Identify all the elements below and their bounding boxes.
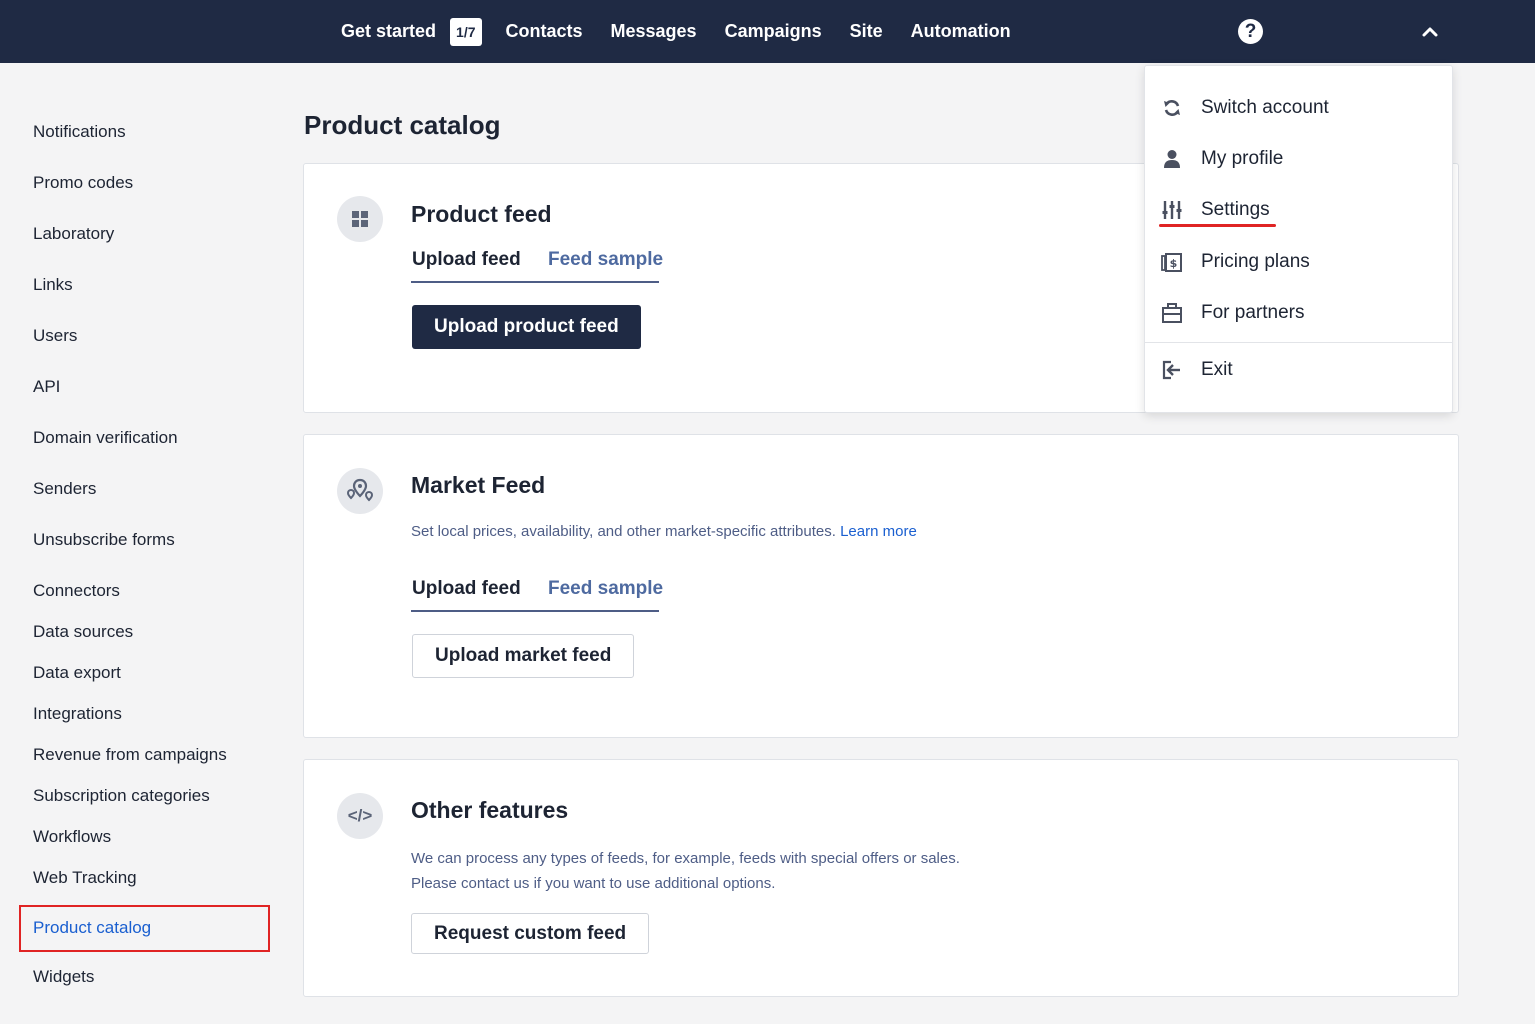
refresh-icon — [1161, 97, 1183, 119]
tab-feed-sample[interactable]: Feed sample — [548, 578, 663, 600]
sidebar-item-workflows[interactable]: Workflows — [33, 827, 111, 847]
menu-label: Settings — [1201, 199, 1270, 220]
product-feed-title: Product feed — [411, 201, 552, 227]
logout-icon — [1161, 359, 1183, 381]
map-pins-icon — [337, 468, 383, 514]
code-icon: </> — [337, 793, 383, 839]
sidebar-item-senders[interactable]: Senders — [33, 479, 96, 499]
settings-sidebar: Notifications Promo codes Laboratory Lin… — [0, 63, 290, 1024]
sidebar-item-data-export[interactable]: Data export — [33, 663, 121, 683]
sliders-icon — [1161, 199, 1183, 221]
sidebar-item-notifications[interactable]: Notifications — [33, 122, 126, 142]
market-feed-card: Market Feed Set local prices, availabili… — [303, 434, 1459, 738]
tab-feed-sample[interactable]: Feed sample — [548, 249, 663, 271]
sidebar-item-subscription-categories[interactable]: Subscription categories — [33, 786, 210, 806]
sidebar-item-users[interactable]: Users — [33, 326, 77, 346]
active-item-highlight — [19, 905, 270, 952]
market-feed-tabs: Upload feed Feed sample — [411, 578, 663, 612]
sidebar-item-domain-verification[interactable]: Domain verification — [33, 428, 178, 448]
menu-item-my-profile[interactable]: My profile — [1145, 139, 1452, 179]
market-feed-title: Market Feed — [411, 472, 546, 498]
market-feed-description-text: Set local prices, availability, and othe… — [411, 523, 836, 540]
account-dropdown-menu: Switch account My profile Settings $ Pri… — [1144, 65, 1453, 413]
product-feed-tabs: Upload feed Feed sample — [411, 249, 663, 283]
get-started-progress-badge[interactable]: 1/7 — [450, 17, 482, 46]
upload-product-feed-button[interactable]: Upload product feed — [412, 305, 641, 349]
tab-upload-feed[interactable]: Upload feed — [412, 578, 521, 600]
svg-text:$: $ — [1170, 257, 1178, 270]
menu-item-switch-account[interactable]: Switch account — [1145, 88, 1452, 128]
learn-more-link[interactable]: Learn more — [840, 523, 917, 540]
request-custom-feed-button[interactable]: Request custom feed — [411, 913, 650, 954]
menu-item-for-partners[interactable]: For partners — [1145, 293, 1452, 333]
market-feed-description: Set local prices, availability, and othe… — [411, 519, 917, 544]
pricing-icon: $ — [1161, 251, 1183, 273]
sidebar-item-api[interactable]: API — [33, 377, 60, 397]
sidebar-item-widgets[interactable]: Widgets — [33, 967, 94, 987]
menu-label: Pricing plans — [1201, 251, 1310, 272]
menu-label: My profile — [1201, 148, 1284, 169]
sidebar-item-links[interactable]: Links — [33, 275, 73, 295]
other-features-title: Other features — [411, 797, 569, 823]
sidebar-item-promo-codes[interactable]: Promo codes — [33, 173, 133, 193]
upload-market-feed-button[interactable]: Upload market feed — [412, 634, 635, 678]
nav-site[interactable]: Site — [850, 21, 883, 42]
menu-item-pricing-plans[interactable]: $ Pricing plans — [1145, 242, 1452, 282]
sidebar-item-data-sources[interactable]: Data sources — [33, 622, 133, 642]
other-features-card: </> Other features We can process any ty… — [303, 759, 1459, 997]
sidebar-item-integrations[interactable]: Integrations — [33, 704, 122, 724]
sidebar-item-laboratory[interactable]: Laboratory — [33, 224, 114, 244]
page-title: Product catalog — [304, 110, 501, 140]
user-icon — [1161, 148, 1183, 170]
nav-contacts[interactable]: Contacts — [506, 21, 583, 42]
nav-messages[interactable]: Messages — [611, 21, 697, 42]
menu-label: Exit — [1201, 359, 1233, 380]
help-icon[interactable]: ? — [1238, 19, 1263, 44]
grid-icon — [337, 196, 383, 242]
nav-automation[interactable]: Automation — [911, 21, 1011, 42]
main-nav: Get started 1/7 Contacts Messages Campai… — [341, 0, 1039, 63]
tab-upload-feed[interactable]: Upload feed — [412, 249, 521, 271]
briefcase-icon — [1161, 302, 1183, 324]
menu-divider — [1145, 342, 1452, 343]
sidebar-item-revenue-from-campaigns[interactable]: Revenue from campaigns — [33, 745, 227, 765]
top-navigation-bar: Get started 1/7 Contacts Messages Campai… — [0, 0, 1535, 63]
menu-item-exit[interactable]: Exit — [1145, 350, 1452, 390]
menu-label: For partners — [1201, 302, 1305, 323]
nav-campaigns[interactable]: Campaigns — [725, 21, 822, 42]
nav-get-started[interactable]: Get started — [341, 21, 436, 42]
settings-underline — [1159, 224, 1276, 227]
chevron-up-icon[interactable] — [1420, 22, 1440, 42]
sidebar-item-connectors[interactable]: Connectors — [33, 581, 120, 601]
menu-label: Switch account — [1201, 97, 1329, 118]
other-features-line-1: We can process any types of feeds, for e… — [411, 850, 960, 867]
sidebar-item-unsubscribe-forms[interactable]: Unsubscribe forms — [33, 530, 175, 550]
sidebar-item-web-tracking[interactable]: Web Tracking — [33, 868, 137, 888]
other-features-line-2: Please contact us if you want to use add… — [411, 875, 776, 892]
